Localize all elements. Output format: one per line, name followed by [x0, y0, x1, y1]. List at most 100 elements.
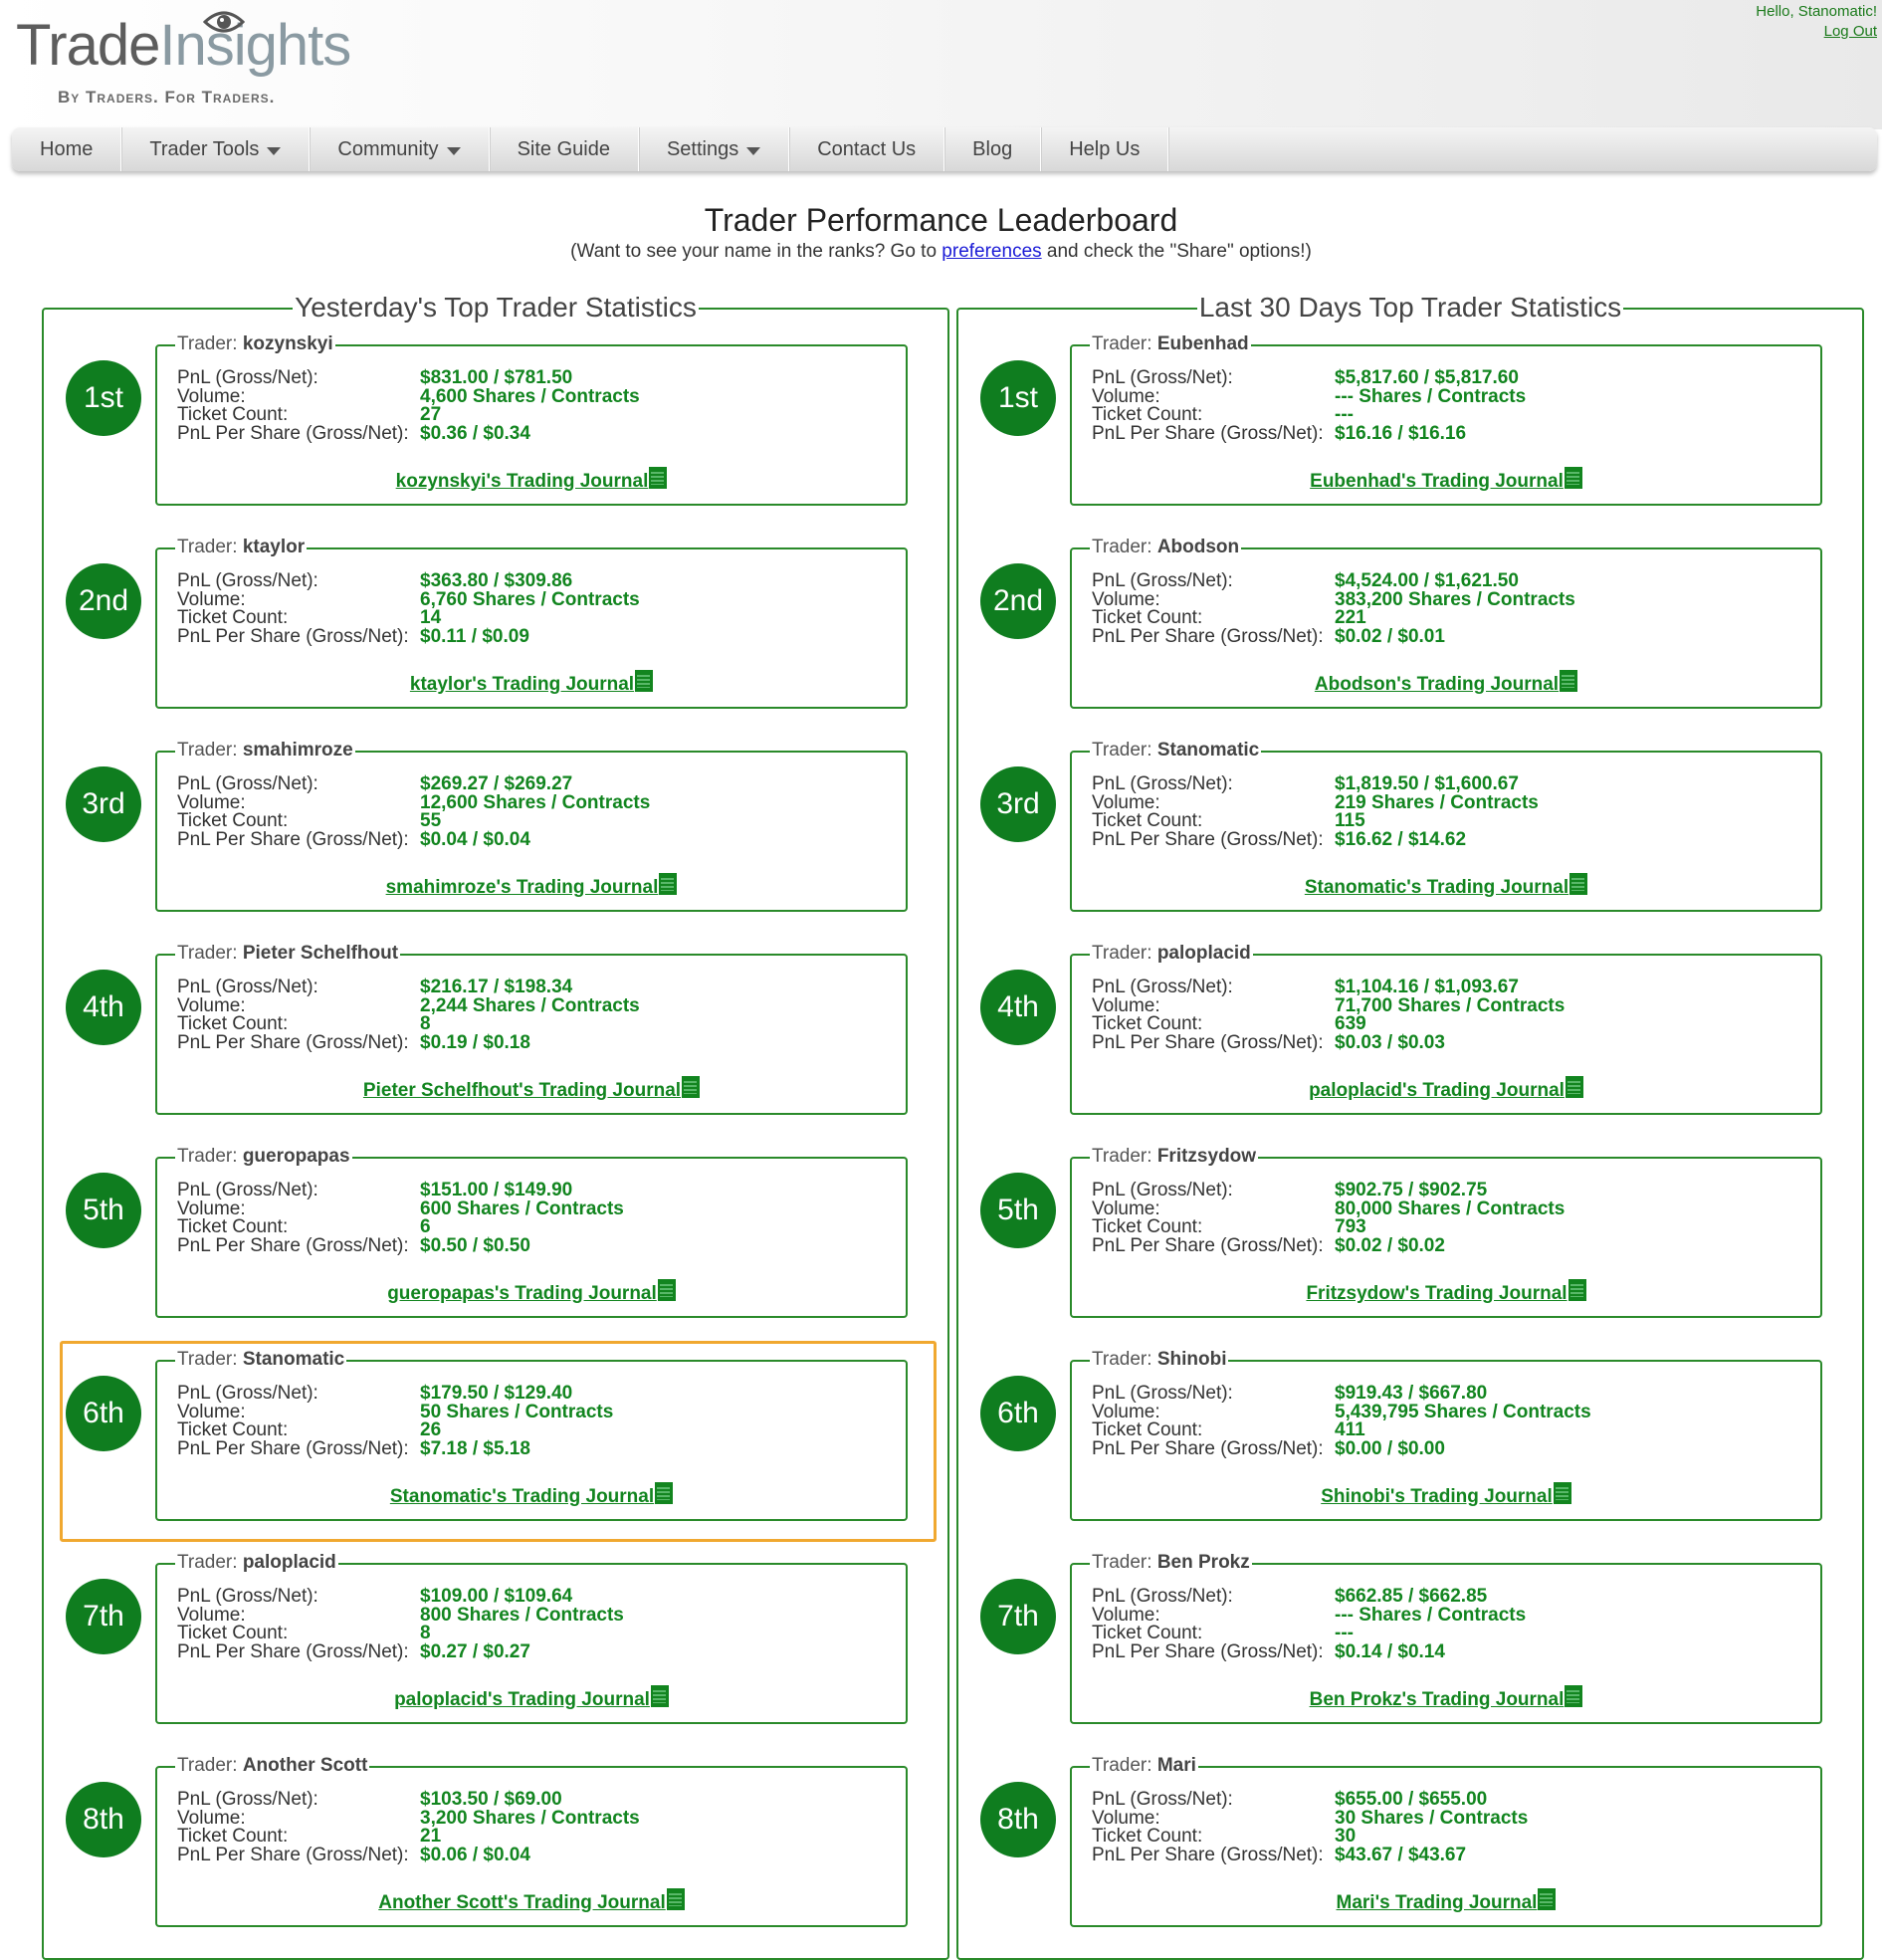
logo-text: TradeInsights — [16, 13, 351, 78]
trader-card: Trader: Fritzsydow PnL (Gross/Net): $902.7… — [1070, 1146, 1822, 1318]
journal-icon[interactable] — [1568, 1279, 1586, 1301]
journal-icon[interactable] — [1565, 1685, 1583, 1707]
journal-icon[interactable] — [650, 1685, 669, 1707]
logo-tagline: By Traders. For Traders. — [58, 88, 276, 107]
journal-icon[interactable] — [682, 1076, 701, 1098]
caret-down-icon — [746, 147, 761, 155]
journal-row: Fritzsydow's Trading Journal — [1072, 1279, 1820, 1305]
trading-journal-link[interactable]: Stanomatic's Trading Journal — [390, 1486, 654, 1507]
journal-row: smahimroze's Trading Journal — [157, 873, 906, 899]
stat-value: 3,200 Shares / Contracts — [420, 1808, 640, 1829]
trading-journal-link[interactable]: Stanomatic's Trading Journal — [1305, 877, 1568, 898]
stat-value: $0.19 / $0.18 — [420, 1032, 530, 1053]
trading-journal-link[interactable]: Abodson's Trading Journal — [1315, 674, 1559, 695]
stat-row-pps: PnL Per Share (Gross/Net): $0.11 / $0.09 — [177, 625, 529, 648]
logout-link[interactable]: Log Out — [1824, 23, 1877, 40]
caret-down-icon — [446, 147, 461, 155]
stat-value: $0.11 / $0.09 — [420, 626, 529, 647]
nav-community[interactable]: Community — [310, 127, 490, 171]
trading-journal-link[interactable]: kozynskyi's Trading Journal — [396, 471, 649, 492]
stat-row-pps: PnL Per Share (Gross/Net): $16.62 / $14.6… — [1092, 828, 1466, 851]
nav-help-us[interactable]: Help Us — [1041, 127, 1169, 171]
journal-icon[interactable] — [1569, 873, 1588, 895]
trader-label: Trader: — [177, 1552, 243, 1573]
trader-card: Trader: Mari PnL (Gross/Net): $655.00 / $6… — [1070, 1755, 1822, 1927]
trader-name: Eubenhad — [1156, 333, 1249, 354]
preferences-link[interactable]: preferences — [941, 241, 1041, 262]
trading-journal-link[interactable]: Fritzsydow's Trading Journal — [1306, 1283, 1567, 1304]
rank-badge: 1st — [980, 360, 1056, 436]
nav-trader-tools[interactable]: Trader Tools — [121, 127, 311, 171]
leaderboard-entry: 5th Trader: gueropapas PnL (Gross/Net): $15… — [44, 1115, 947, 1318]
trader-card: Trader: Stanomatic PnL (Gross/Net): $1,819… — [1070, 740, 1822, 912]
trading-journal-link[interactable]: paloplacid's Trading Journal — [1309, 1080, 1565, 1101]
trading-journal-link[interactable]: smahimroze's Trading Journal — [386, 877, 659, 898]
stat-label: PnL Per Share (Gross/Net): — [177, 829, 409, 850]
trader-label: Trader: — [177, 1146, 243, 1167]
trading-journal-link[interactable]: Another Scott's Trading Journal — [378, 1892, 666, 1913]
nav-settings[interactable]: Settings — [639, 127, 790, 171]
trading-journal-link[interactable]: ktaylor's Trading Journal — [410, 674, 634, 695]
nav-site-guide[interactable]: Site Guide — [490, 127, 639, 171]
nav-label: Home — [40, 138, 94, 160]
journal-icon[interactable] — [655, 1482, 674, 1504]
trader-name: kozynskyi — [242, 333, 333, 354]
trader-label: Trader: — [177, 333, 243, 354]
trading-journal-link[interactable]: Eubenhad's Trading Journal — [1310, 471, 1564, 492]
leaderboard-entry: 1st Trader: kozynskyi PnL (Gross/Net): $831… — [44, 303, 947, 506]
journal-icon[interactable] — [657, 1279, 676, 1301]
stat-value: 600 Shares / Contracts — [420, 1198, 624, 1219]
rank-badge: 2nd — [980, 563, 1056, 639]
journal-row: Abodson's Trading Journal — [1072, 670, 1820, 696]
trading-journal-link[interactable]: gueropapas's Trading Journal — [387, 1283, 657, 1304]
nav-home[interactable]: Home — [12, 127, 122, 171]
journal-icon[interactable] — [666, 1888, 685, 1910]
stat-value: 383,200 Shares / Contracts — [1335, 589, 1575, 610]
trading-journal-link[interactable]: Pieter Schelfhout's Trading Journal — [363, 1080, 681, 1101]
stat-row-pps: PnL Per Share (Gross/Net): $43.67 / $43.6… — [1092, 1844, 1466, 1866]
leaderboard-entry: 5th Trader: Fritzsydow PnL (Gross/Net): $90… — [958, 1115, 1862, 1318]
journal-icon[interactable] — [1553, 1482, 1571, 1504]
journal-icon[interactable] — [1565, 1076, 1583, 1098]
journal-icon[interactable] — [1560, 670, 1578, 692]
stat-value: --- Shares / Contracts — [1335, 1605, 1527, 1626]
trader-legend: Trader: Fritzsydow — [1090, 1146, 1259, 1168]
journal-row: Mari's Trading Journal — [1072, 1888, 1820, 1914]
journal-icon[interactable] — [635, 670, 654, 692]
nav-blog[interactable]: Blog — [944, 127, 1042, 171]
nav-label: Contact Us — [817, 138, 917, 160]
trader-legend: Trader: ktaylor — [175, 537, 308, 558]
trader-card: Trader: Abodson PnL (Gross/Net): $4,524.00… — [1070, 537, 1822, 709]
stat-label: PnL Per Share (Gross/Net): — [1092, 829, 1324, 850]
nav-label: Trader Tools — [149, 138, 260, 160]
trading-journal-link[interactable]: Mari's Trading Journal — [1337, 1892, 1538, 1913]
trading-journal-link[interactable]: Shinobi's Trading Journal — [1321, 1486, 1553, 1507]
stat-value: 800 Shares / Contracts — [420, 1605, 624, 1626]
leaderboard-entry: 2nd Trader: ktaylor PnL (Gross/Net): $363.8… — [44, 506, 947, 709]
site-logo[interactable]: TradeInsights By Traders. For Traders. — [16, 4, 351, 113]
trader-label: Trader: — [1092, 943, 1157, 964]
trading-journal-link[interactable]: Ben Prokz's Trading Journal — [1310, 1689, 1565, 1710]
journal-icon[interactable] — [659, 873, 678, 895]
stat-label: PnL Per Share (Gross/Net): — [177, 1845, 409, 1865]
stat-label: PnL Per Share (Gross/Net): — [177, 1641, 409, 1662]
trading-journal-link[interactable]: paloplacid's Trading Journal — [394, 1689, 650, 1710]
stat-label: PnL Per Share (Gross/Net): — [177, 1032, 409, 1053]
journal-icon[interactable] — [1564, 467, 1582, 489]
nav-contact-us[interactable]: Contact Us — [789, 127, 945, 171]
trader-card: Trader: Stanomatic PnL (Gross/Net): $179.5… — [155, 1349, 908, 1521]
trader-card: Trader: Shinobi PnL (Gross/Net): $919.43 /… — [1070, 1349, 1822, 1521]
stat-value: $0.50 / $0.50 — [420, 1235, 530, 1256]
journal-icon[interactable] — [1538, 1888, 1557, 1910]
stat-label: PnL Per Share (Gross/Net): — [177, 1235, 409, 1256]
trader-label: Trader: — [1092, 333, 1157, 354]
stat-value: 5,439,795 Shares / Contracts — [1335, 1402, 1591, 1422]
stat-value: 50 Shares / Contracts — [420, 1402, 614, 1422]
journal-icon[interactable] — [649, 467, 668, 489]
trader-name: Stanomatic — [242, 1349, 345, 1370]
trader-label: Trader: — [1092, 1146, 1157, 1167]
stat-row-pps: PnL Per Share (Gross/Net): $0.50 / $0.50 — [177, 1234, 530, 1257]
stat-label: PnL Per Share (Gross/Net): — [1092, 626, 1324, 647]
stat-row-pps: PnL Per Share (Gross/Net): $0.36 / $0.34 — [177, 422, 530, 445]
stat-value: 6,760 Shares / Contracts — [420, 589, 640, 610]
